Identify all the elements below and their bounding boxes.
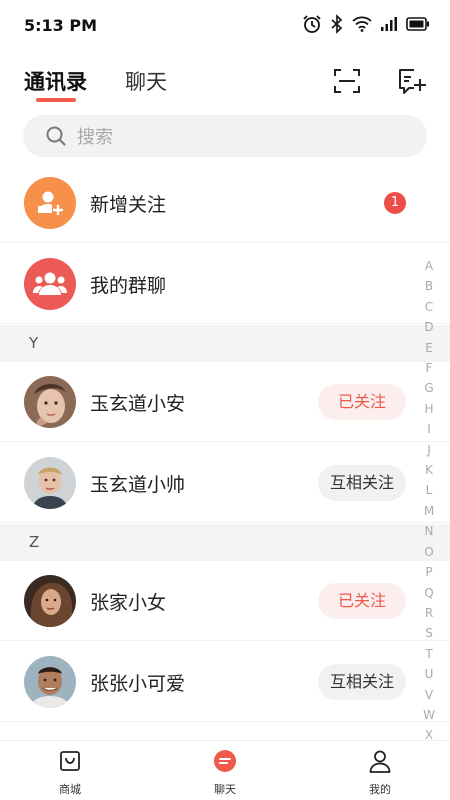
search-icon — [46, 126, 66, 146]
contact-row[interactable]: 张家小女 已关注 — [0, 561, 450, 641]
alphabet-letter[interactable]: T — [425, 644, 432, 664]
alphabet-letter[interactable]: H — [424, 399, 433, 419]
contact-row[interactable]: 玉玄道小帅 互相关注 — [0, 443, 450, 523]
follow-status-button[interactable]: 已关注 — [318, 384, 406, 420]
add-user-icon — [24, 177, 76, 229]
status-time: 5:13 PM — [24, 16, 98, 35]
contact-name: 玉玄道小安 — [90, 393, 186, 415]
bluetooth-icon — [331, 14, 343, 34]
contact-row[interactable]: 张张小可爱 互相关注 — [0, 642, 450, 722]
tab-profile[interactable]: 我的 — [335, 741, 425, 800]
status-icons — [302, 14, 430, 34]
battery-icon — [406, 17, 429, 31]
alphabet-letter[interactable]: D — [424, 317, 433, 337]
follow-status-button[interactable]: 互相关注 — [318, 664, 406, 700]
alphabet-letter[interactable]: S — [425, 623, 433, 643]
follow-status-button[interactable]: 已关注 — [318, 583, 406, 619]
alphabet-letter[interactable]: C — [425, 297, 433, 317]
alphabet-letter[interactable]: F — [426, 358, 433, 378]
tab-shop[interactable]: 商城 — [25, 741, 115, 800]
alphabet-index[interactable]: ABCDEFGHIJKLMNOPQRSTUVWX — [420, 256, 438, 746]
active-tab-indicator — [36, 98, 76, 102]
alphabet-letter[interactable]: U — [425, 664, 434, 684]
my-groups-item[interactable]: 我的群聊 — [0, 244, 450, 324]
new-follows-label: 新增关注 — [90, 194, 167, 216]
avatar — [24, 457, 76, 509]
chat-icon — [214, 750, 236, 772]
alphabet-letter[interactable]: O — [424, 542, 433, 562]
contact-name: 张家小女 — [90, 592, 167, 614]
tab-contacts[interactable]: 通讯录 — [24, 66, 87, 96]
search-placeholder: 搜索 — [77, 127, 113, 148]
alphabet-letter[interactable]: E — [425, 338, 433, 358]
alphabet-letter[interactable]: R — [425, 603, 433, 623]
new-follows-badge: 1 — [384, 192, 406, 214]
alphabet-letter[interactable]: Q — [424, 583, 433, 603]
alphabet-letter[interactable]: W — [423, 705, 435, 725]
alphabet-letter[interactable]: I — [427, 419, 431, 439]
section-letter: Z — [29, 533, 40, 551]
tab-chat[interactable]: 聊天 — [125, 66, 167, 96]
section-header-y: Y — [0, 325, 450, 362]
bottom-tab-bar: 商城 聊天 我的 — [0, 740, 450, 800]
alphabet-letter[interactable]: J — [427, 440, 431, 460]
contact-name: 玉玄道小帅 — [90, 474, 186, 496]
group-icon — [24, 258, 76, 310]
contact-row[interactable]: 玉玄道小安 已关注 — [0, 362, 450, 442]
shop-bag-icon — [60, 751, 80, 771]
my-groups-label: 我的群聊 — [90, 275, 167, 297]
tab-label: 聊天 — [214, 783, 236, 796]
avatar — [24, 575, 76, 627]
alarm-icon — [303, 15, 321, 33]
alphabet-letter[interactable]: G — [424, 378, 433, 398]
alphabet-letter[interactable]: B — [425, 276, 433, 296]
scan-icon[interactable] — [332, 66, 362, 96]
alphabet-letter[interactable]: L — [426, 480, 433, 500]
contact-name: 张张小可爱 — [90, 673, 186, 695]
tab-label: 商城 — [59, 783, 81, 796]
new-message-icon[interactable] — [396, 66, 426, 96]
section-header-z: Z — [0, 524, 450, 561]
wifi-icon — [352, 16, 372, 32]
search-input[interactable]: 搜索 — [23, 115, 427, 157]
alphabet-letter[interactable]: M — [424, 501, 434, 521]
tab-chat-bottom[interactable]: 聊天 — [180, 741, 270, 800]
alphabet-letter[interactable]: K — [425, 460, 433, 480]
alphabet-letter[interactable]: V — [425, 685, 433, 705]
follow-status-button[interactable]: 互相关注 — [318, 465, 406, 501]
alphabet-letter[interactable]: N — [425, 521, 434, 541]
status-bar: 5:13 PM — [0, 0, 450, 52]
tab-label: 我的 — [369, 783, 391, 796]
signal-icon — [381, 17, 397, 31]
alphabet-letter[interactable]: P — [425, 562, 432, 582]
section-letter: Y — [29, 334, 39, 352]
avatar — [24, 656, 76, 708]
avatar — [24, 376, 76, 428]
profile-icon — [369, 750, 391, 773]
new-follows-item[interactable]: 新增关注 1 — [0, 163, 450, 243]
top-nav: 通讯录 聊天 — [0, 58, 450, 108]
alphabet-letter[interactable]: A — [425, 256, 433, 276]
